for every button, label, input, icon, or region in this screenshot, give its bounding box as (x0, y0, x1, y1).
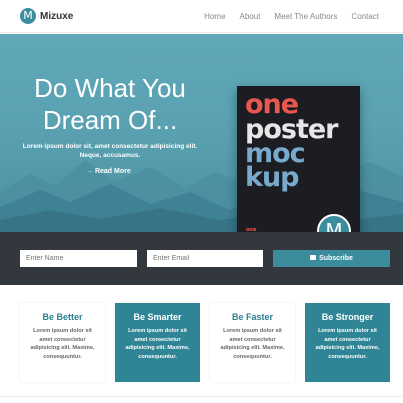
nav-link-about[interactable]: About (240, 12, 261, 21)
nav-link-authors[interactable]: Meet The Authors (274, 12, 337, 21)
feature-text: Lorem ipsum dolor sit amet consectetur a… (220, 328, 285, 360)
brand-name: Mizuxe (40, 10, 74, 22)
arrow-right-icon: → (86, 168, 93, 175)
hero-title: Do What You Dream Of... (34, 73, 186, 135)
feature-card: Be Better Lorem ipsum dolor sit amet con… (20, 303, 105, 382)
feature-text: Lorem ipsum dolor sit amet consectetur a… (315, 328, 380, 360)
nav-link-contact[interactable]: Contact (351, 12, 379, 21)
feature-card: Be Stronger Lorem ipsum dolor sit amet c… (305, 303, 390, 382)
brand-logo-icon: M (20, 8, 36, 24)
nav-links: Home About Meet The Authors Contact (190, 12, 379, 21)
feature-text: Lorem ipsum dolor sit amet consectetur a… (125, 328, 190, 360)
feature-card: Be Smarter Lorem ipsum dolor sit amet co… (115, 303, 200, 382)
lock-icon (310, 255, 317, 260)
brand[interactable]: M Mizuxe (20, 8, 73, 24)
read-more-link[interactable]: → Read More (86, 168, 131, 175)
email-input[interactable] (147, 250, 263, 267)
navbar: M Mizuxe Home About Meet The Authors Con… (0, 0, 403, 33)
divider (0, 396, 403, 397)
read-more-label: Read More (94, 168, 131, 175)
poster-logo-icon: M (317, 214, 351, 232)
hero-section: Do What You Dream Of... Lorem ipsum dolo… (0, 34, 403, 232)
nav-link-home[interactable]: Home (204, 12, 225, 21)
hero-subtitle: Lorem ipsum dolor sit, amet consectetur … (22, 143, 198, 159)
feature-title: Be Faster (231, 312, 274, 322)
poster-mockup-image: one poster moc kup one poster moc kup M (237, 86, 360, 232)
features-section: Be Better Lorem ipsum dolor sit amet con… (0, 285, 403, 403)
feature-card: Be Faster Lorem ipsum dolor sit amet con… (210, 303, 295, 382)
feature-title: Be Smarter (133, 312, 182, 322)
name-input[interactable] (20, 250, 137, 267)
subscribe-button[interactable]: Subscribe (273, 250, 390, 267)
feature-title: Be Better (42, 312, 83, 322)
feature-text: Lorem ipsum dolor sit amet consectetur a… (30, 328, 95, 360)
subscribe-section: Subscribe (0, 232, 403, 285)
poster-line: kup (245, 162, 300, 193)
subscribe-label: Subscribe (319, 255, 353, 262)
feature-title: Be Stronger (321, 312, 374, 322)
